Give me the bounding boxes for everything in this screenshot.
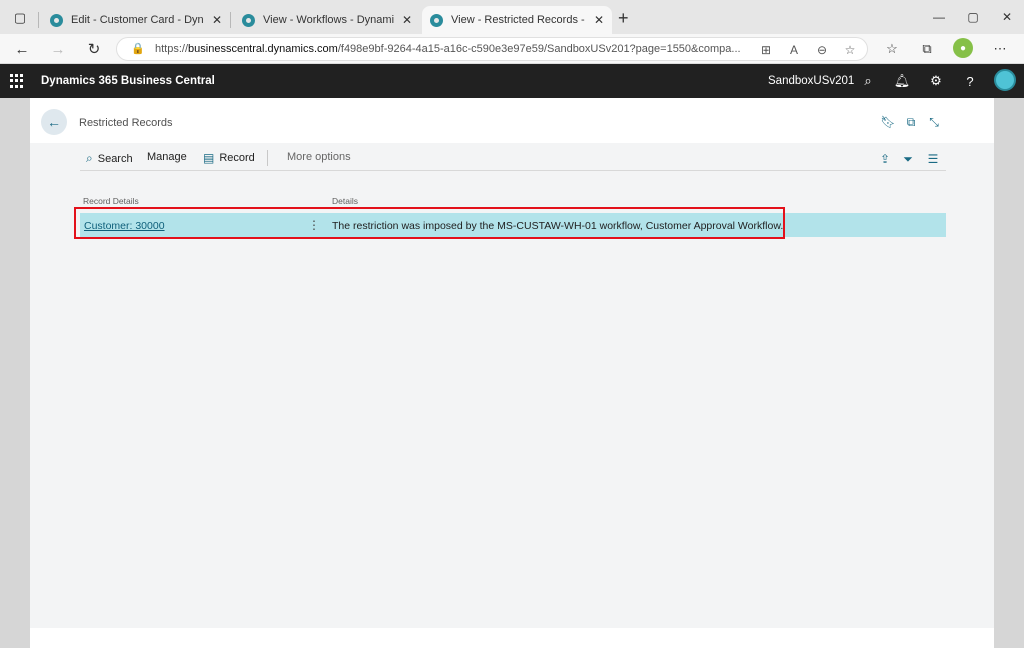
tab-label: Edit - Customer Card - Dynamics 365: [71, 14, 204, 26]
close-window-icon[interactable]: ✕: [990, 0, 1024, 34]
favorite-star-icon[interactable]: ☆: [841, 41, 859, 59]
maximize-icon[interactable]: ▢: [956, 0, 990, 34]
app-title[interactable]: Dynamics 365 Business Central: [41, 75, 215, 87]
close-tab-icon[interactable]: ✕: [212, 13, 222, 27]
close-tab-icon[interactable]: ✕: [402, 13, 412, 27]
list-view-icon[interactable]: ☰: [925, 151, 941, 167]
lock-icon[interactable]: 🔒: [131, 42, 145, 55]
tab-label: View - Workflows - Dynamics 365: [263, 14, 394, 26]
highlight-box: [74, 207, 785, 239]
page-title: Restricted Records: [79, 117, 173, 129]
read-aloud-icon[interactable]: A: [785, 41, 803, 59]
record-icon: ▤: [203, 151, 215, 165]
column-header-details[interactable]: Details: [332, 196, 358, 206]
browser-toolbar: ← → ↻ 🔒 https://businesscentral.dynamics…: [0, 34, 1024, 64]
page-footer: [30, 628, 994, 648]
action-bar: ⌕ Search Manage ▤ Record More options ⇪ …: [80, 147, 946, 171]
app-launcher-icon[interactable]: [10, 74, 24, 88]
more-options-label: More options: [287, 151, 351, 163]
page-background: [30, 98, 994, 628]
more-options-button[interactable]: More options: [287, 151, 351, 163]
settings-gear-icon[interactable]: ⚙: [927, 72, 945, 90]
profile-avatar[interactable]: ●: [953, 38, 973, 58]
minimize-icon[interactable]: —: [922, 0, 956, 34]
tab-edit-customer-card[interactable]: Edit - Customer Card - Dynamics 365 ✕: [42, 6, 230, 34]
user-avatar[interactable]: [994, 69, 1016, 91]
tab-view-restricted-records[interactable]: View - Restricted Records - Dynamics 365…: [422, 6, 612, 34]
dynamics-favicon-icon: [242, 13, 255, 27]
refresh-icon[interactable]: ↻: [82, 38, 106, 60]
record-action-button[interactable]: ▤ Record: [203, 151, 255, 165]
filter-icon[interactable]: ⏷: [900, 151, 916, 167]
collections-icon[interactable]: ⧉: [915, 38, 939, 60]
search-icon[interactable]: ⌕: [859, 72, 877, 90]
bookmark-icon[interactable]: 🔖︎: [880, 114, 896, 130]
app-available-icon[interactable]: ⊞: [757, 41, 775, 59]
help-icon[interactable]: ?: [961, 72, 979, 90]
browser-tab-strip: ▢ Edit - Customer Card - Dynamics 365 ✕ …: [0, 0, 1024, 34]
back-icon[interactable]: ←: [10, 38, 34, 60]
dynamics-favicon-icon: [430, 13, 443, 27]
tab-actions-icon[interactable]: ▢: [8, 8, 32, 28]
notifications-bell-icon[interactable]: 🔔︎: [893, 72, 911, 90]
back-arrow-icon[interactable]: ←: [41, 109, 67, 135]
dynamics-favicon-icon: [50, 13, 63, 27]
close-tab-icon[interactable]: ✕: [594, 13, 604, 27]
collapse-icon[interactable]: ⤡: [926, 114, 942, 130]
action-separator: [267, 150, 268, 166]
forward-icon[interactable]: →: [46, 38, 70, 60]
more-menu-icon[interactable]: ⋯: [988, 38, 1012, 60]
bc-header: Dynamics 365 Business Central SandboxUSv…: [0, 64, 1024, 98]
search-label: Search: [97, 152, 133, 165]
column-header-record-details[interactable]: Record Details: [83, 196, 139, 206]
manage-label: Manage: [147, 151, 187, 163]
search-action-button[interactable]: ⌕ Search: [86, 151, 133, 166]
company-name[interactable]: SandboxUSv201: [768, 75, 854, 87]
zoom-icon[interactable]: ⊖: [813, 41, 831, 59]
tab-view-workflows[interactable]: View - Workflows - Dynamics 365 ✕: [234, 6, 420, 34]
record-label: Record: [219, 152, 255, 164]
search-icon: ⌕: [86, 151, 93, 165]
new-tab-icon[interactable]: +: [618, 8, 629, 29]
share-icon[interactable]: ⇪: [877, 151, 893, 167]
window-controls: — ▢ ✕: [922, 0, 1024, 34]
address-bar[interactable]: 🔒 https://businesscentral.dynamics.com/f…: [116, 37, 868, 61]
favorites-icon[interactable]: ☆: [880, 38, 904, 60]
page-header-card: [30, 98, 994, 143]
tab-label: View - Restricted Records - Dynamics 365: [451, 14, 586, 26]
open-new-window-icon[interactable]: ⧉: [903, 114, 919, 130]
manage-action-button[interactable]: Manage: [147, 151, 187, 163]
url-text[interactable]: https://businesscentral.dynamics.com/f49…: [155, 43, 747, 55]
